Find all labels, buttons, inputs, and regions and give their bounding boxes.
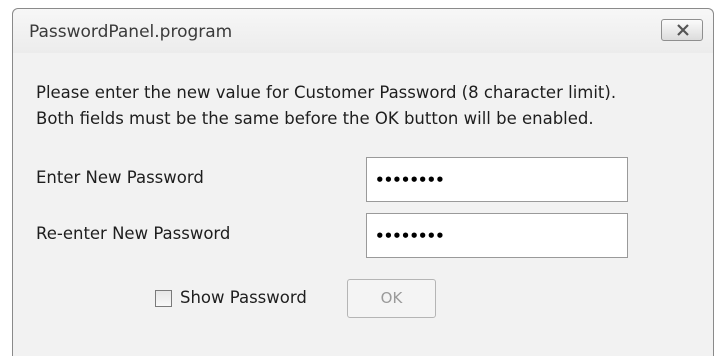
instruction-line-1: Please enter the new value for Customer …: [36, 83, 617, 102]
window-title: PasswordPanel.program: [29, 22, 233, 42]
new-password-label: Enter New Password: [36, 168, 204, 187]
password-dialog: PasswordPanel.program Please enter the n…: [12, 8, 714, 356]
show-password-label[interactable]: Show Password: [180, 288, 307, 307]
dialog-body: Please enter the new value for Customer …: [13, 53, 713, 356]
instruction-line-2: Both fields must be the same before the …: [36, 109, 594, 128]
new-password-field[interactable]: [366, 157, 628, 202]
title-bar: PasswordPanel.program: [13, 9, 713, 53]
reenter-password-field[interactable]: [366, 213, 628, 258]
show-password-checkbox[interactable]: [155, 290, 172, 307]
reenter-password-label: Re-enter New Password: [36, 224, 231, 243]
close-button[interactable]: [661, 19, 703, 41]
close-icon: [677, 24, 689, 36]
ok-button[interactable]: OK: [347, 279, 436, 318]
